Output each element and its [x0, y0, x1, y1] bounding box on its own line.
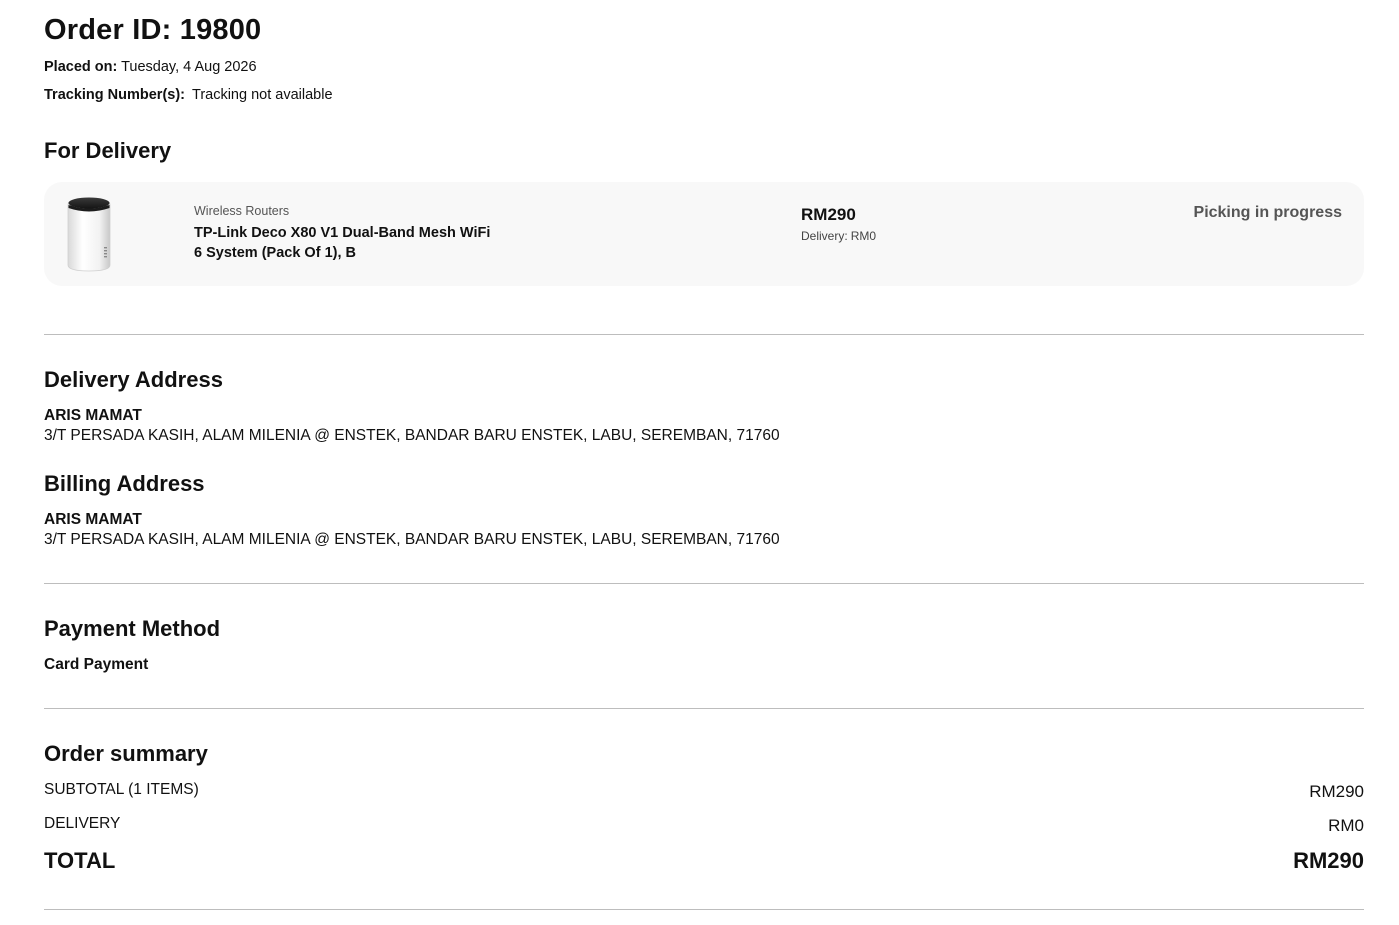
order-status-badge: Picking in progress	[1193, 204, 1342, 221]
total-value: RM290	[1293, 848, 1364, 873]
section-divider	[44, 334, 1364, 335]
section-divider	[44, 583, 1364, 584]
summary-total-row: TOTAL RM290	[44, 848, 1364, 874]
placed-on-label: Placed on:	[44, 59, 118, 75]
item-delivery-fee: Delivery: RM0	[801, 229, 876, 243]
tracking-label: Tracking Number(s):	[44, 87, 185, 103]
section-divider	[44, 909, 1364, 910]
item-price: RM290	[801, 205, 856, 224]
order-summary-heading: Order summary	[44, 741, 208, 766]
billing-address-line: 3/T PERSADA KASIH, ALAM MILENIA @ ENSTEK…	[44, 531, 780, 548]
summary-delivery-row: DELIVERY RM0	[44, 815, 1364, 841]
delivery-value: RM0	[1328, 816, 1364, 835]
summary-subtotal-row: SUBTOTAL (1 ITEMS) RM290	[44, 781, 1364, 807]
order-item-card[interactable]: Wireless Routers TP-Link Deco X80 V1 Dua…	[44, 182, 1364, 286]
placed-on-value: Tuesday, 4 Aug 2026	[121, 59, 257, 75]
payment-method-heading: Payment Method	[44, 616, 221, 641]
tracking-value: Tracking not available	[192, 87, 333, 103]
subtotal-value: RM290	[1309, 782, 1364, 801]
delivery-label: DELIVERY	[44, 815, 121, 832]
billing-address-name: ARIS MAMAT	[44, 511, 142, 528]
product-name-link[interactable]: TP-Link Deco X80 V1 Dual-Band Mesh WiFi …	[194, 223, 494, 263]
billing-address-heading: Billing Address	[44, 471, 205, 496]
product-category: Wireless Routers	[194, 204, 290, 218]
total-label: TOTAL	[44, 848, 116, 873]
delivery-address-line: 3/T PERSADA KASIH, ALAM MILENIA @ ENSTEK…	[44, 427, 780, 444]
router-product-image	[67, 197, 111, 272]
for-delivery-heading: For Delivery	[44, 138, 172, 163]
payment-method-value: Card Payment	[44, 656, 149, 673]
tracking-line: Tracking Number(s): Tracking not availabl…	[44, 87, 333, 103]
delivery-address-name: ARIS MAMAT	[44, 407, 142, 424]
item-delivery-value: RM0	[850, 229, 877, 243]
item-delivery-label: Delivery:	[801, 229, 848, 243]
placed-on-line: Placed on: Tuesday, 4 Aug 2026	[44, 59, 257, 75]
subtotal-label: SUBTOTAL (1 ITEMS)	[44, 781, 199, 798]
section-divider	[44, 708, 1364, 709]
delivery-address-heading: Delivery Address	[44, 367, 223, 392]
order-title: Order ID: 19800	[44, 14, 262, 46]
